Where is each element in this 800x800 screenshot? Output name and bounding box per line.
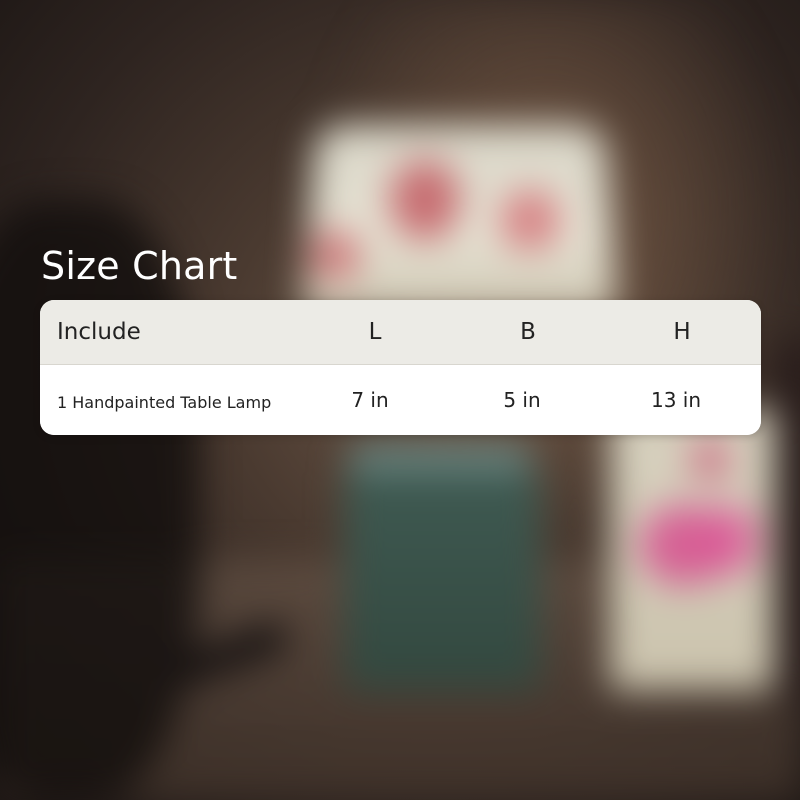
box-flower [690,440,730,480]
item-breadth: 5 in [503,388,541,412]
table-header-row: Include L B H [40,300,761,365]
item-height: 13 in [650,388,702,412]
header-include: Include [57,319,141,345]
right-edge-object [775,340,800,700]
lamp-shade [303,124,617,314]
header-height: H [673,319,691,345]
table-row: 1 Handpainted Table Lamp 7 in 5 in 13 in [40,365,761,435]
shade-flower [390,160,460,240]
header-breadth: B [520,319,536,345]
lamp-base [345,470,540,690]
size-chart-table: Include L B H 1 Handpainted Table Lamp 7… [40,300,761,435]
header-length: L [368,319,382,345]
item-name: 1 Handpainted Table Lamp [57,392,272,412]
item-length: 7 in [351,388,389,412]
shade-flower [310,230,360,280]
shade-flower [500,190,560,250]
size-chart-title: Size Chart [41,244,238,288]
box-flower [700,505,760,575]
